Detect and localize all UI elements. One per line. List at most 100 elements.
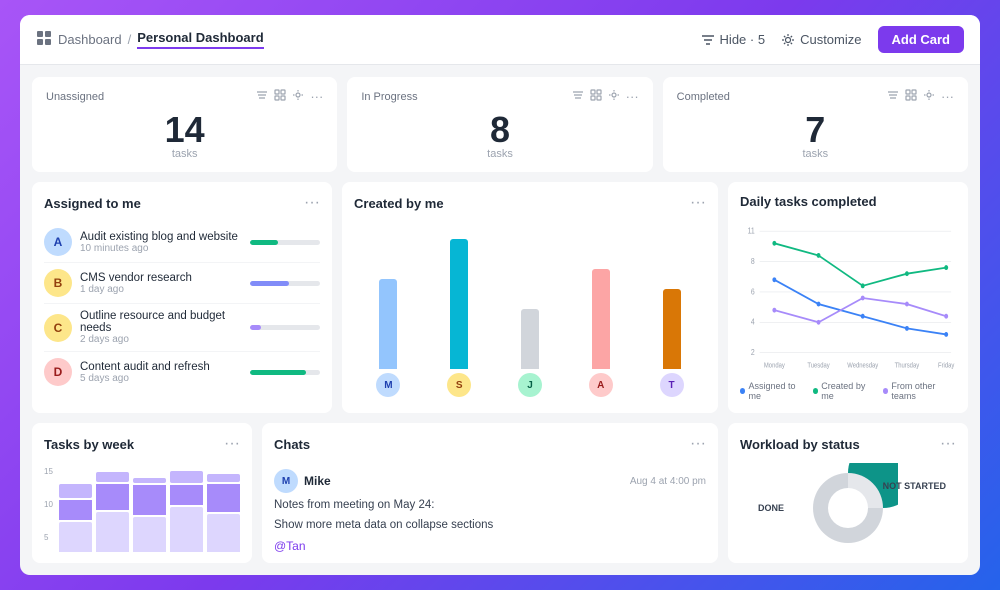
workload-menu[interactable]: ···: [940, 435, 956, 453]
filter-icon-sm2[interactable]: [572, 89, 584, 101]
chat-user-name: Mike: [304, 474, 331, 488]
chat-timestamp: Aug 4 at 4:00 pm: [630, 476, 706, 487]
bar-1: [450, 239, 468, 369]
legend-item-0: Assigned to me: [740, 381, 805, 401]
stat-number-0: 14: [46, 112, 323, 148]
filter-icon-sm3[interactable]: [887, 89, 899, 101]
more-menu-2[interactable]: ···: [941, 89, 954, 104]
gear-icon-sm[interactable]: [292, 89, 304, 101]
task-name-2: Outline resource and budget needs: [80, 310, 242, 334]
y-label-10: 10: [44, 500, 53, 509]
week-bar-col-4: [207, 474, 240, 552]
stat-number-1: 8: [361, 112, 638, 148]
bar-avatar-3: A: [589, 373, 613, 397]
chat-mention-container: @Tan: [274, 537, 706, 555]
bar-group-4: T: [641, 289, 702, 397]
week-bar-col-3: [170, 471, 203, 552]
workload-card: Workload by status ··· DONE: [728, 423, 968, 563]
svg-text:Thursday: Thursday: [895, 362, 920, 370]
task-progress-0: [250, 240, 320, 245]
created-card-menu[interactable]: ···: [690, 194, 706, 212]
stat-label-2: tasks: [677, 148, 954, 160]
breadcrumb-root[interactable]: Dashboard: [58, 32, 122, 47]
task-info-1: CMS vendor research 1 day ago: [80, 272, 242, 295]
more-menu-1[interactable]: ···: [626, 89, 639, 104]
svg-text:6: 6: [751, 287, 755, 297]
stat-label-1: tasks: [361, 148, 638, 160]
customize-button[interactable]: Customize: [781, 32, 861, 47]
task-name-0: Audit existing blog and website: [80, 231, 242, 243]
task-progress-fill-1: [250, 281, 289, 286]
created-card-title: Created by me: [354, 196, 444, 211]
task-name-3: Content audit and refresh: [80, 361, 242, 373]
bar-group-3: A: [570, 269, 631, 397]
week-bar-col-2: [133, 478, 166, 552]
pie-label-not-started: NOT STARTED: [883, 481, 946, 491]
task-time-2: 2 days ago: [80, 334, 242, 345]
bar-avatar-0: M: [376, 373, 400, 397]
bar-0: [379, 279, 397, 369]
chats-menu[interactable]: ···: [690, 435, 706, 453]
add-card-button[interactable]: Add Card: [878, 26, 965, 53]
task-item-0[interactable]: A Audit existing blog and website 10 min…: [44, 222, 320, 263]
header: Dashboard / Personal Dashboard Hide · 5 …: [20, 15, 980, 65]
task-info-2: Outline resource and budget needs 2 days…: [80, 310, 242, 345]
week-bar-seg-top-1: [96, 472, 129, 482]
task-avatar-1: B: [44, 269, 72, 297]
chat-text-line1: Notes from meeting on May 24:: [274, 497, 706, 513]
week-bar-seg-top-4: [207, 474, 240, 482]
task-time-3: 5 days ago: [80, 373, 242, 384]
content-area: Unassigned ··· 14 tasks In Progress: [20, 65, 980, 575]
task-item-3[interactable]: D Content audit and refresh 5 days ago: [44, 352, 320, 392]
dashboard-icon: [36, 30, 52, 49]
week-bar-seg-bot-4: [207, 514, 240, 552]
assigned-card-menu[interactable]: ···: [304, 194, 320, 212]
task-avatar-0: A: [44, 228, 72, 256]
chats-card: Chats ··· M Mike Aug 4 at 4:00 pm Notes …: [262, 423, 718, 563]
expand-icon-sm[interactable]: [274, 89, 286, 101]
assigned-card-title: Assigned to me: [44, 196, 141, 211]
more-menu-0[interactable]: ···: [310, 89, 323, 104]
pie-chart: [798, 463, 898, 553]
week-bar-seg-bot-3: [170, 507, 203, 552]
task-avatar-3: D: [44, 358, 72, 386]
stat-card-title-0: Unassigned: [46, 91, 104, 103]
stat-card-title-1: In Progress: [361, 91, 417, 103]
stat-card-completed: Completed ··· 7 tasks: [663, 77, 968, 172]
created-bar-chart: M S J A T: [354, 222, 706, 401]
customize-label: Customize: [800, 32, 861, 47]
task-time-1: 1 day ago: [80, 284, 242, 295]
stat-card-actions-0: ···: [256, 89, 323, 104]
task-item-2[interactable]: C Outline resource and budget needs 2 da…: [44, 304, 320, 352]
expand-icon-sm2[interactable]: [590, 89, 602, 101]
week-bar-seg-mid-0: [59, 500, 92, 520]
pie-chart-container: DONE NOT STARTED: [740, 463, 956, 553]
bar-group-1: S: [429, 239, 490, 397]
task-item-1[interactable]: B CMS vendor research 1 day ago: [44, 263, 320, 304]
task-progress-3: [250, 370, 320, 375]
week-bar-col-1: [96, 472, 129, 552]
chat-mention[interactable]: @Tan: [274, 539, 306, 553]
gear-icon-sm2[interactable]: [608, 89, 620, 101]
gear-icon-sm3[interactable]: [923, 89, 935, 101]
svg-text:8: 8: [751, 256, 755, 266]
header-actions: Hide · 5 Customize Add Card: [701, 26, 964, 53]
legend-item-1: Created by me: [813, 381, 875, 401]
week-bar-chart: [59, 467, 240, 556]
tasks-week-menu[interactable]: ···: [224, 435, 240, 453]
svg-text:4: 4: [751, 317, 755, 327]
daily-card-title: Daily tasks completed: [740, 194, 877, 209]
filter-icon-sm[interactable]: [256, 89, 268, 101]
created-by-me-card: Created by me ··· M S J: [342, 182, 718, 413]
legend-label-0: Assigned to me: [748, 381, 804, 401]
hide-button[interactable]: Hide · 5: [701, 32, 766, 47]
week-bar-seg-top-2: [133, 478, 166, 483]
bar-avatar-1: S: [447, 373, 471, 397]
expand-icon-sm3[interactable]: [905, 89, 917, 101]
week-bar-seg-mid-2: [133, 485, 166, 515]
chats-title: Chats: [274, 437, 310, 452]
stat-card-actions-1: ···: [572, 89, 639, 104]
gear-icon: [781, 33, 795, 47]
svg-text:11: 11: [748, 226, 755, 236]
chat-message: M Mike Aug 4 at 4:00 pm Notes from meeti…: [274, 469, 706, 555]
